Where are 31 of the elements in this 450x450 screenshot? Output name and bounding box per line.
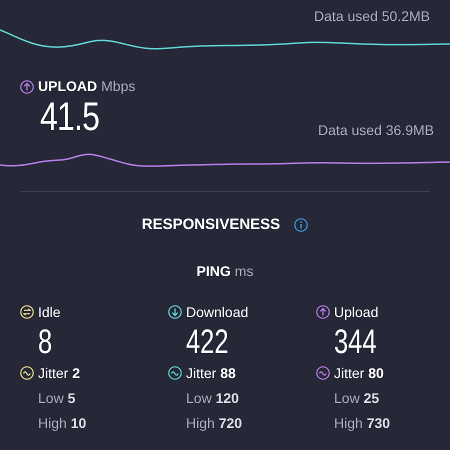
- jitter-text: Jitter 2: [38, 364, 80, 382]
- jitter-icon: [168, 366, 182, 380]
- upload-icon: [316, 305, 330, 319]
- section-title: RESPONSIVENESS: [142, 215, 280, 235]
- ping-value: 422: [186, 324, 229, 358]
- jitter-icon: [20, 366, 34, 380]
- unit-label: Mbps: [101, 77, 136, 96]
- jitter-text: Jitter 88: [186, 364, 236, 382]
- high-text: High 10: [38, 414, 86, 430]
- upload-label: UPLOAD: [38, 77, 98, 96]
- jitter-text: Jitter 80: [334, 364, 384, 382]
- swap-arrows-icon: [20, 305, 34, 319]
- high-text: High 720: [186, 414, 242, 430]
- upload-icon: [20, 80, 34, 94]
- upload-speed-value: 41.5: [40, 97, 100, 137]
- download-icon: [168, 305, 182, 319]
- high-text: High 730: [334, 414, 390, 430]
- data-used-text: Data used 50.2MB: [314, 7, 430, 26]
- ping-category-label: Idle: [38, 302, 61, 322]
- ping-value: 8: [38, 324, 52, 358]
- ping-category-label: Upload: [334, 302, 378, 322]
- low-text: Low 25: [334, 390, 380, 406]
- ping-value: 344: [334, 324, 377, 358]
- unit-label: ms: [234, 262, 254, 280]
- data-used-text: Data used 36.9MB: [318, 121, 434, 140]
- jitter-icon: [316, 366, 330, 380]
- low-text: Low 5: [38, 390, 76, 406]
- ping-label: PING: [196, 262, 231, 280]
- ping-category-label: Download: [186, 302, 248, 322]
- low-text: Low 120: [186, 390, 239, 406]
- info-icon[interactable]: [294, 218, 308, 232]
